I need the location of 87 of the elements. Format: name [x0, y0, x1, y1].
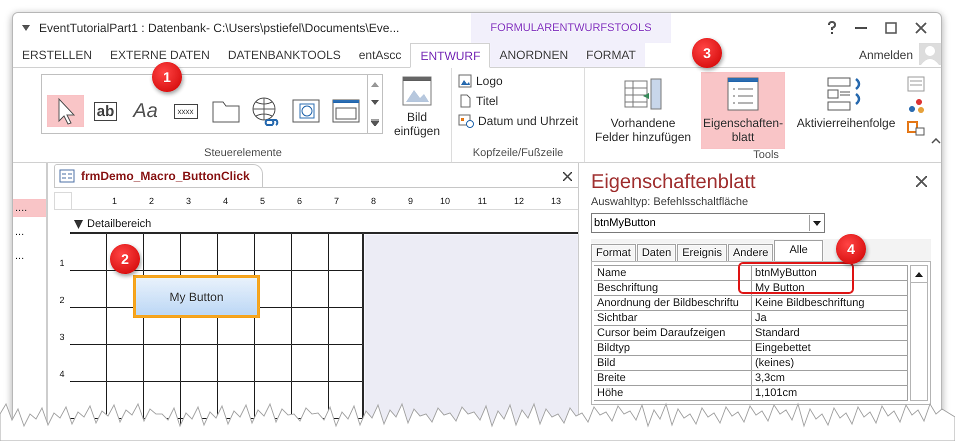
close-icon	[915, 22, 927, 34]
property-tab[interactable]: Ereignis	[677, 244, 727, 261]
gallery-control-item[interactable]: xxxx	[167, 95, 204, 127]
group-label: Tools	[752, 148, 780, 163]
vertical-ruler: 1 2 3 4	[58, 257, 66, 381]
property-value[interactable]: Eingebettet	[752, 341, 908, 356]
maximize-icon	[885, 22, 897, 34]
minimize-icon	[855, 27, 867, 29]
property-name: Sichtbar	[594, 311, 752, 326]
property-value[interactable]: (keines)	[752, 356, 908, 371]
calendar-clock-icon	[458, 114, 474, 128]
property-value[interactable]: 3,3cm	[752, 371, 908, 386]
property-name: Cursor beim Daraufzeigen	[594, 326, 752, 341]
ruler-corner	[54, 192, 72, 210]
section-arrow-icon	[74, 220, 83, 228]
property-value[interactable]: Standard	[752, 326, 908, 341]
textbox-icon: ab	[94, 102, 118, 120]
group-label: Kopfzeile/Fußzeile	[472, 147, 564, 161]
property-tab[interactable]: Alle	[774, 240, 823, 261]
help-icon	[827, 21, 837, 35]
property-name: Höhe	[594, 386, 752, 401]
property-value[interactable]: 1,101cm	[752, 386, 908, 401]
scroll-down-icon	[371, 100, 379, 106]
property-name: Bildtyp	[594, 341, 752, 356]
browser-globe-icon	[292, 99, 320, 123]
scroll-up-icon	[371, 82, 379, 87]
tools-button[interactable]: Eigenschaften-blatt	[701, 72, 786, 149]
form-button[interactable]: My Button	[133, 275, 260, 318]
sign-in-link[interactable]: Anmelden	[858, 48, 919, 62]
group-label: Steuerelemente	[203, 147, 283, 161]
scroll-up-icon	[915, 272, 923, 276]
ribbon-tab[interactable]: ANORDNEN	[490, 43, 578, 67]
connect-icon	[907, 98, 926, 114]
gallery-control-item[interactable]: ab	[87, 95, 124, 127]
tools-button[interactable]: Aktivierreihenfolge	[791, 72, 902, 134]
table-arrow-icon	[623, 76, 664, 112]
form-icon	[59, 169, 75, 183]
property-value[interactable]: Ja	[752, 311, 908, 326]
property-value[interactable]: btnMyButton	[752, 266, 908, 281]
scrollbar[interactable]	[910, 265, 928, 401]
globe-link-icon	[250, 96, 280, 126]
panel-title: Eigenschaftenblatt	[591, 171, 756, 194]
section-title: Detailbereich	[87, 218, 152, 230]
property-value[interactable]: My Button	[752, 281, 908, 296]
property-list-icon	[726, 76, 760, 112]
header-footer-button[interactable]: Datum und Uhrzeit	[458, 112, 578, 130]
gallery-control-item[interactable]: Aa	[127, 95, 164, 127]
label-icon: Aa	[133, 100, 158, 122]
tools-button[interactable]: Vorhandene Felder hinzufügen	[591, 72, 696, 149]
property-tab[interactable]: Format	[591, 244, 636, 261]
document-tab[interactable]: frmDemo_Macro_ButtonClick	[54, 164, 263, 187]
header-footer-button[interactable]: Logo	[458, 72, 503, 90]
window-title: EventTutorialPart1 : Datenbank- C:\Users\pstiefel\Documents\Eve...	[39, 21, 400, 35]
nav-item[interactable]: ...	[13, 247, 46, 265]
property-tab[interactable]: Andere	[728, 244, 774, 261]
property-name: Breite	[594, 371, 752, 386]
picture-icon	[458, 74, 472, 88]
property-value[interactable]: Keine Bildbeschriftung	[752, 296, 908, 311]
caret-icon	[813, 220, 821, 226]
property-name: Bild	[594, 356, 752, 371]
expand-gallery-icon	[371, 119, 379, 126]
property-name: Anordnung der Bildbeschriftu	[594, 296, 752, 311]
close-icon	[916, 176, 927, 186]
form-tab-icon	[907, 76, 926, 92]
ribbon-tab[interactable]: ENTWURF	[410, 43, 490, 68]
header-footer-button[interactable]: Titel	[458, 92, 498, 110]
convert-icon	[907, 120, 926, 136]
close-icon	[563, 172, 572, 181]
selection-type: Auswahltyp: Befehlsschaltfläche	[591, 196, 750, 208]
page-icon	[458, 94, 472, 108]
caret-icon	[22, 24, 30, 30]
button-control-icon: xxxx	[174, 104, 198, 118]
property-tab[interactable]: Daten	[636, 244, 676, 261]
gallery-control-item[interactable]	[47, 95, 84, 127]
nav-item[interactable]: ...	[13, 223, 46, 241]
horizontal-ruler: 1 2 3 4 5 6 7 8 9 10 11 12 13	[72, 192, 578, 210]
property-name: Beschriftung	[594, 281, 752, 296]
ribbon-tab[interactable]: FORMAT	[577, 43, 645, 67]
context-tab-group: FORMULARENTWURFSTOOLS	[471, 13, 671, 43]
insert-image-button[interactable]: Bild einfügen	[389, 72, 445, 143]
image-icon	[402, 76, 432, 106]
collapse-ribbon-icon	[931, 138, 941, 144]
object-dropdown[interactable]: btnMyButton	[591, 213, 825, 233]
window-icon	[332, 99, 360, 123]
property-name: Name	[594, 266, 752, 281]
nav-item[interactable]: ....	[13, 199, 46, 217]
pointer-icon	[56, 97, 76, 125]
